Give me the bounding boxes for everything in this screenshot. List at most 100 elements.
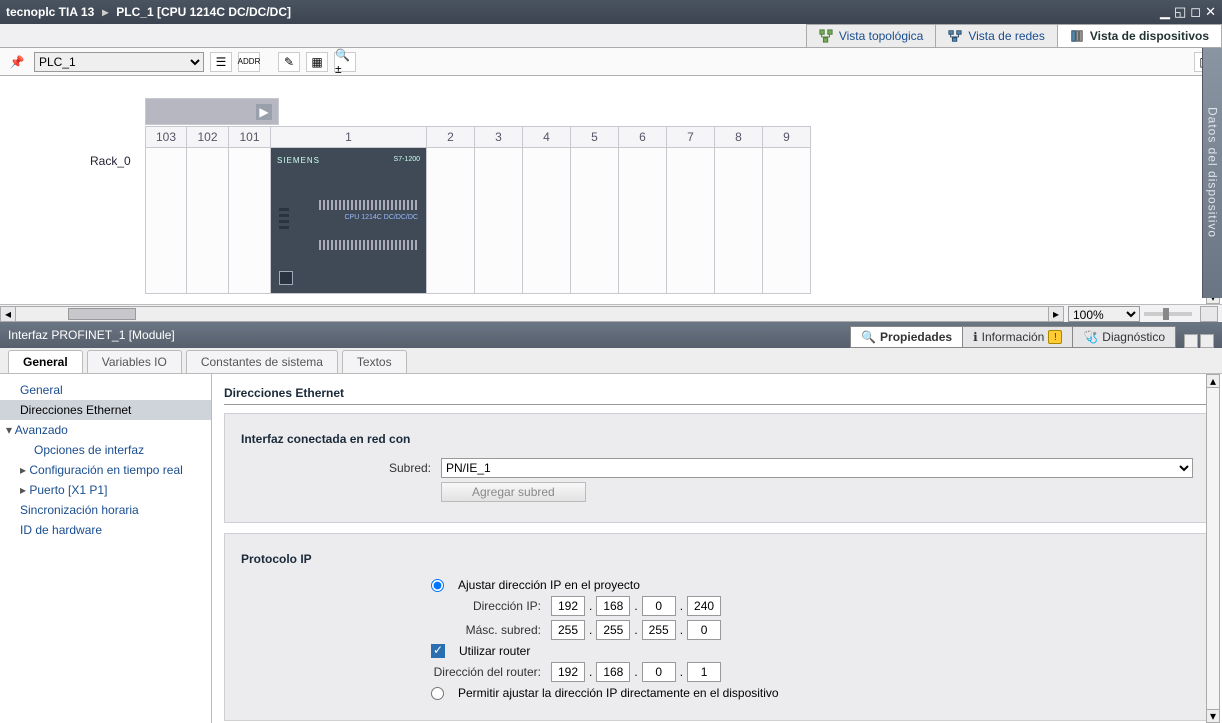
slot-8[interactable]	[715, 148, 763, 294]
tab-properties[interactable]: 🔍 Propiedades	[850, 326, 963, 348]
slot-hdr-9: 9	[763, 126, 811, 148]
tree-time-sync[interactable]: Sincronización horaria	[0, 500, 211, 520]
insp-min-icon[interactable]	[1184, 334, 1198, 348]
grid-button[interactable]: ▦	[306, 52, 328, 72]
slot-hdr-103: 103	[145, 126, 187, 148]
highlight-button[interactable]: ✎	[278, 52, 300, 72]
tab-diagnostics[interactable]: 🩺 Diagnóstico	[1072, 326, 1176, 348]
radio-ip-on-device[interactable]	[431, 687, 444, 700]
content-scroll-up-icon[interactable]: ▴	[1206, 374, 1220, 388]
subnet-select[interactable]: PN/IE_1	[441, 458, 1193, 478]
tab-variables-io[interactable]: Variables IO	[87, 350, 182, 373]
router-octet-4[interactable]	[687, 662, 721, 682]
slot-2[interactable]	[427, 148, 475, 294]
ip-octet-3[interactable]	[642, 596, 676, 616]
slot-3[interactable]	[475, 148, 523, 294]
zoom-fit-button[interactable]	[1200, 306, 1218, 322]
slot-103[interactable]	[145, 148, 187, 294]
router-octet-2[interactable]	[596, 662, 630, 682]
cpu-type-label: CPU 1214C DC/DC/DC	[344, 214, 418, 222]
mask-octet-1[interactable]	[551, 620, 585, 640]
property-tabs: General Variables IO Constantes de siste…	[0, 348, 1222, 374]
pin-icon[interactable]: 📌	[6, 51, 28, 73]
ethernet-port-icon[interactable]	[279, 271, 293, 285]
router-octet-1[interactable]	[551, 662, 585, 682]
ip-octet-4[interactable]	[687, 596, 721, 616]
slot-6[interactable]	[619, 148, 667, 294]
tab-information-label: Información	[982, 330, 1045, 344]
content-scroll-down-icon[interactable]: ▾	[1206, 709, 1220, 723]
slot-7[interactable]	[667, 148, 715, 294]
tree-hardware-id[interactable]: ID de hardware	[0, 520, 211, 540]
mask-octet-3[interactable]	[642, 620, 676, 640]
side-panel-device-data[interactable]: Datos del dispositivo	[1202, 48, 1222, 298]
breadcrumb-project: tecnoplc TIA 13	[6, 5, 94, 19]
tab-network-label: Vista de redes	[968, 29, 1045, 43]
radio-ip-in-project[interactable]	[431, 579, 444, 592]
zoom-controls: 100%	[1064, 306, 1222, 322]
zoom-button[interactable]: 🔍±	[334, 52, 356, 72]
cpu-brand: SIEMENS	[277, 156, 320, 165]
subnet-mask-field: . . .	[551, 620, 721, 640]
tab-general[interactable]: General	[8, 350, 83, 373]
tree-advanced[interactable]: Avanzado	[0, 420, 211, 440]
router-octet-3[interactable]	[642, 662, 676, 682]
tab-network[interactable]: Vista de redes	[935, 24, 1058, 47]
slot-4[interactable]	[523, 148, 571, 294]
tab-devices[interactable]: Vista de dispositivos	[1057, 24, 1222, 47]
mask-octet-4[interactable]	[687, 620, 721, 640]
cpu-io-top-icon	[319, 200, 418, 210]
slot-101[interactable]	[229, 148, 271, 294]
checkbox-use-router[interactable]	[431, 644, 445, 658]
device-view[interactable]: Rack_0 ▶ 103 102 101 1 2 3 4 5 6 7 8 9 S…	[0, 76, 1222, 304]
device-hscroll: ◂ ▸ 100%	[0, 304, 1222, 322]
tab-information[interactable]: ℹ Información !	[962, 326, 1073, 348]
close-icon[interactable]: ✕	[1205, 4, 1216, 20]
slot-1-cpu[interactable]: SIEMENS S7-1200 CPU 1214C DC/DC/DC	[271, 148, 427, 294]
scroll-right-icon[interactable]: ▸	[1048, 306, 1064, 322]
tab-topology[interactable]: Vista topológica	[806, 24, 937, 47]
show-addr-button[interactable]: ADDR	[238, 52, 260, 72]
tab-diagnostics-label: Diagnóstico	[1102, 330, 1165, 344]
tab-texts[interactable]: Textos	[342, 350, 407, 373]
tree-realtime-config[interactable]: Configuración en tiempo real	[0, 460, 211, 480]
maximize-icon[interactable]: ◻	[1190, 4, 1201, 20]
rack-navigator[interactable]: ▶	[145, 98, 279, 125]
slot-9[interactable]	[763, 148, 811, 294]
minimize-icon[interactable]: ▁	[1160, 4, 1170, 20]
play-right-icon[interactable]: ▶	[256, 104, 272, 120]
device-select[interactable]: PLC_1	[34, 52, 204, 72]
add-subnet-button[interactable]: Agregar subred	[441, 482, 586, 502]
inspector-title: Interfaz PROFINET_1 [Module]	[8, 328, 175, 342]
view-tabs: Vista topológica Vista de redes Vista de…	[0, 24, 1222, 48]
breadcrumb-sep: ▸	[102, 5, 108, 19]
content-scroll-track[interactable]	[1206, 388, 1220, 709]
device-toolbar: 📌 PLC_1 ☰ ADDR ✎ ▦ 🔍± ▥	[0, 48, 1222, 76]
slot-5[interactable]	[571, 148, 619, 294]
cpu-module[interactable]: SIEMENS S7-1200 CPU 1214C DC/DC/DC	[271, 148, 426, 293]
zoom-slider[interactable]	[1144, 312, 1192, 316]
content-vscroll[interactable]: ▴ ▾	[1206, 374, 1220, 723]
hscroll-track[interactable]	[16, 306, 1048, 322]
tree-general[interactable]: General	[0, 380, 211, 400]
scroll-left-icon[interactable]: ◂	[0, 306, 16, 322]
slot-hdr-4: 4	[523, 126, 571, 148]
show-module-labels-button[interactable]: ☰	[210, 52, 232, 72]
insp-max-icon[interactable]	[1200, 334, 1214, 348]
slot-hdr-6: 6	[619, 126, 667, 148]
restore-icon[interactable]: ◱	[1174, 4, 1186, 20]
ip-octet-1[interactable]	[551, 596, 585, 616]
tab-system-constants[interactable]: Constantes de sistema	[186, 350, 338, 373]
hscroll-thumb[interactable]	[68, 308, 136, 320]
ip-octet-2[interactable]	[596, 596, 630, 616]
slot-hdr-2: 2	[427, 126, 475, 148]
breadcrumb: tecnoplc TIA 13 ▸ PLC_1 [CPU 1214C DC/DC…	[6, 5, 291, 19]
mask-octet-2[interactable]	[596, 620, 630, 640]
tree-ethernet-addresses[interactable]: Direcciones Ethernet	[0, 400, 211, 420]
tree-interface-options[interactable]: Opciones de interfaz	[0, 440, 211, 460]
slot-102[interactable]	[187, 148, 229, 294]
tree-port-x1p1[interactable]: Puerto [X1 P1]	[0, 480, 211, 500]
label-ip-address: Dirección IP:	[241, 599, 541, 613]
group-interface-connected: Interfaz conectada en red con Subred: PN…	[224, 413, 1210, 523]
zoom-select[interactable]: 100%	[1068, 306, 1140, 322]
